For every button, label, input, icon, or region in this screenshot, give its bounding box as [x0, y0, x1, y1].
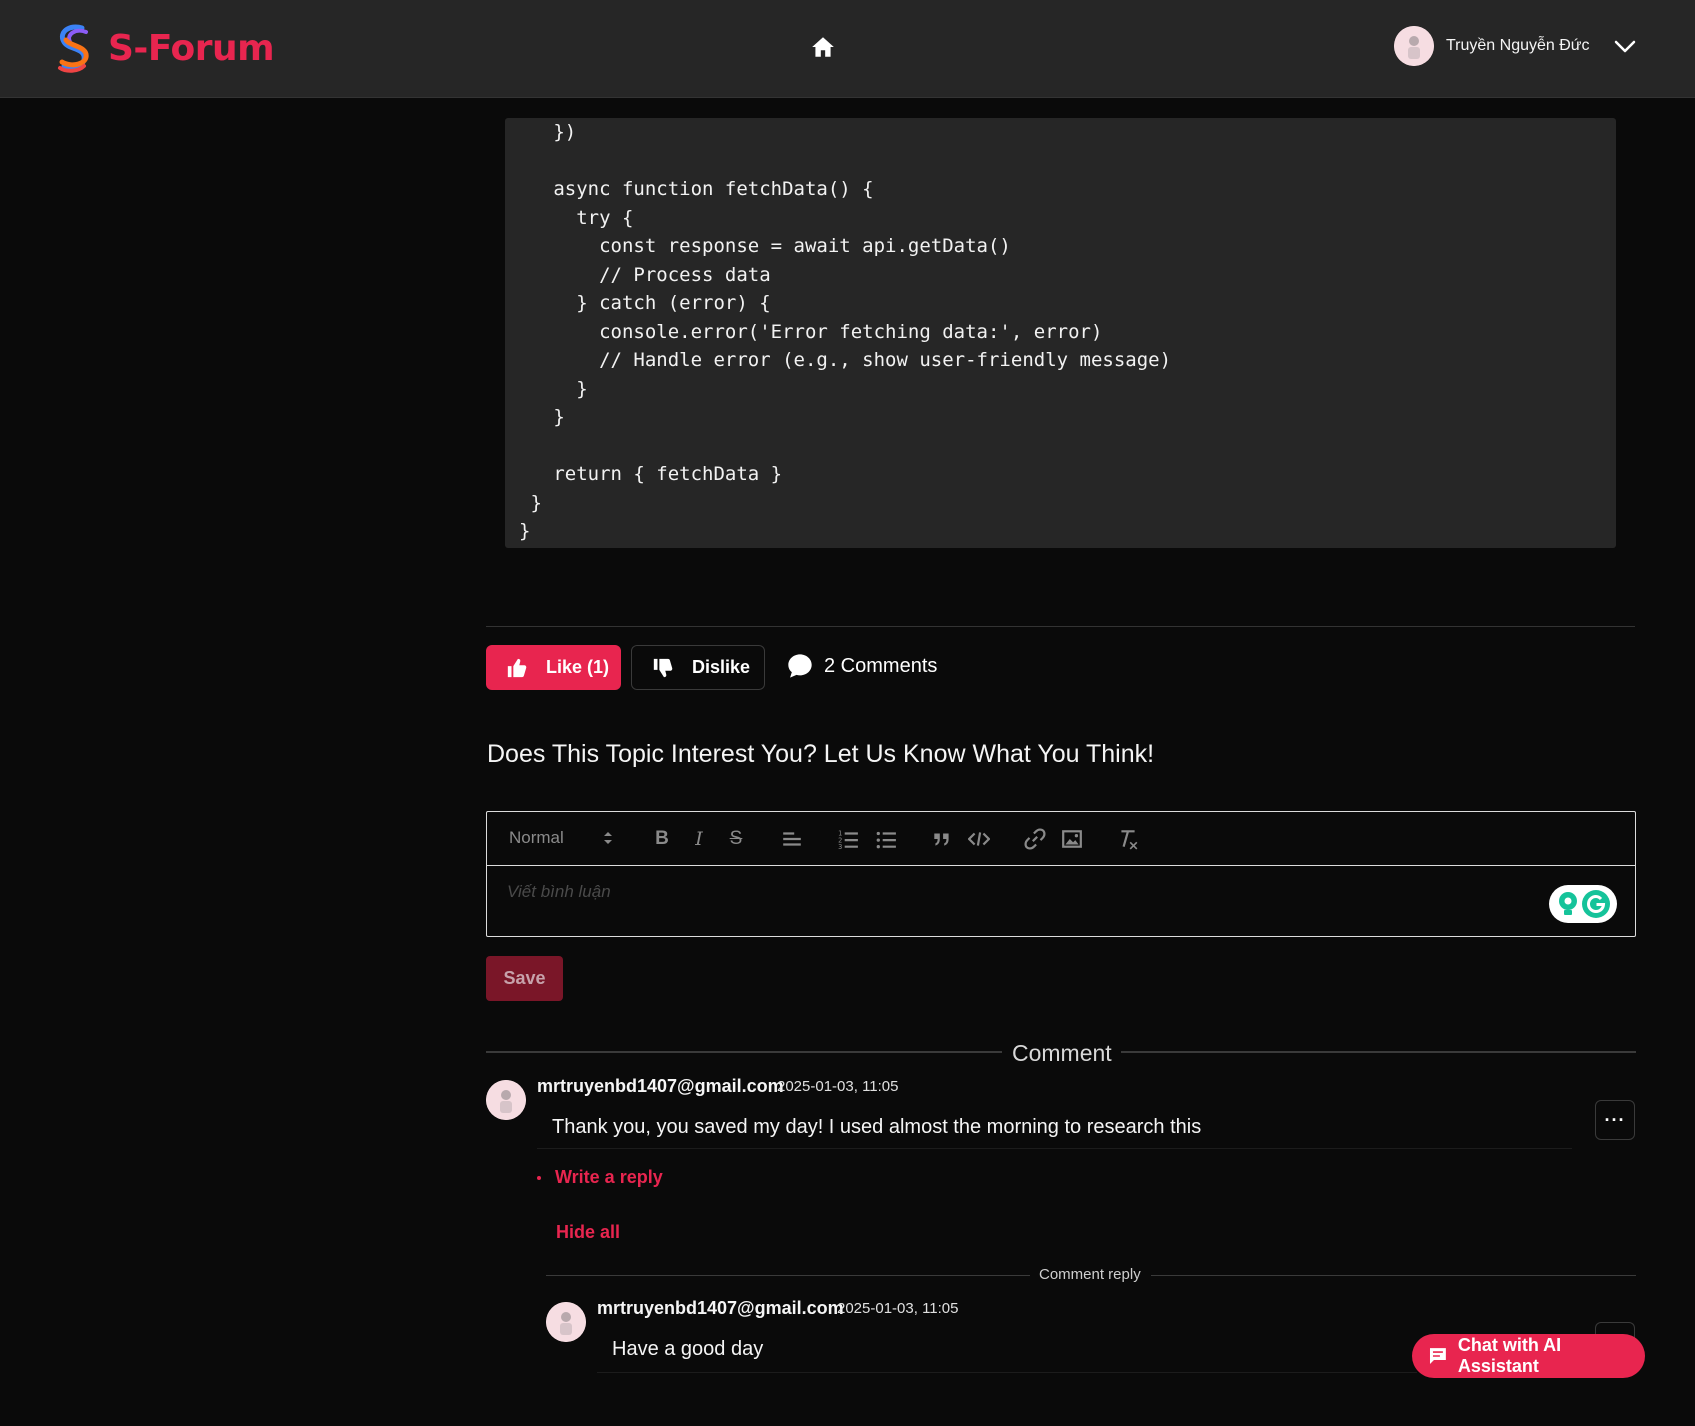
- italic-icon[interactable]: I: [688, 828, 710, 850]
- align-icon[interactable]: [781, 828, 803, 850]
- comments-count-label: 2 Comments: [824, 654, 938, 677]
- editor-toolbar: Normal B I S 1 2 3: [487, 812, 1635, 866]
- like-button[interactable]: Like (1): [486, 645, 621, 690]
- select-arrows-icon[interactable]: [603, 828, 613, 848]
- bullet-dot: [537, 1175, 541, 1180]
- divider-line: [546, 1275, 1030, 1276]
- comments-count[interactable]: 2 Comments: [786, 652, 937, 680]
- comment-time: 2025-01-03, 11:05: [777, 1078, 899, 1095]
- code-block: }) async function fetchData() { try { co…: [505, 118, 1616, 548]
- user-menu[interactable]: Truyền Nguyễn Đức: [1394, 26, 1590, 66]
- grammarly-icon: [1581, 890, 1610, 918]
- more-options-button[interactable]: ···: [1595, 1100, 1635, 1140]
- reply-avatar: [546, 1302, 586, 1342]
- user-avatar: [1394, 26, 1434, 66]
- comment-prompt: Does This Topic Interest You? Let Us Kno…: [487, 740, 1155, 768]
- chat-ai-label: Chat with AI Assistant: [1457, 1335, 1562, 1376]
- comment-bubble-icon: [788, 654, 812, 678]
- user-avatar-icon: [546, 1302, 586, 1342]
- divider-line: [486, 1051, 1002, 1053]
- dislike-button[interactable]: Dislike: [631, 645, 765, 690]
- dislike-label: Dislike: [692, 657, 751, 677]
- home-icon[interactable]: [810, 34, 836, 60]
- comment-underline: [537, 1148, 1572, 1149]
- thumbs-down-icon: [653, 658, 673, 677]
- grammarly-widget[interactable]: [1549, 885, 1617, 923]
- reply-underline: [597, 1372, 1417, 1373]
- user-avatar-icon: [1394, 26, 1434, 66]
- lightbulb-icon: [1558, 892, 1577, 915]
- code-content: }) async function fetchData() { try { co…: [519, 121, 1172, 542]
- reply-section-divider: Comment reply: [546, 1266, 1636, 1286]
- reply-section-title: Comment reply: [1039, 1266, 1141, 1283]
- comment-section-divider: Comment: [486, 1040, 1636, 1066]
- comment-author[interactable]: mrtruyenbd1407@gmail.com: [537, 1076, 784, 1097]
- reply-time: 2025-01-03, 11:05: [837, 1300, 959, 1317]
- clear-format-icon[interactable]: [1117, 828, 1139, 850]
- save-button[interactable]: Save: [486, 956, 563, 1001]
- reply-author[interactable]: mrtruyenbd1407@gmail.com: [597, 1298, 844, 1319]
- code-icon[interactable]: [968, 828, 990, 850]
- image-icon[interactable]: [1061, 828, 1083, 850]
- comment-editor[interactable]: Normal B I S 1 2 3 Viết bình luận: [486, 811, 1636, 937]
- chat-icon: [1429, 1348, 1446, 1364]
- format-select[interactable]: Normal: [509, 828, 564, 848]
- comment-input[interactable]: Viết bình luận: [507, 882, 611, 902]
- divider-line: [1121, 1051, 1636, 1053]
- like-label: Like (1): [546, 657, 610, 677]
- brand-logo[interactable]: S-Forum: [52, 22, 275, 74]
- bold-icon[interactable]: B: [651, 828, 673, 850]
- write-reply-label: Write a reply: [555, 1167, 663, 1187]
- ordered-list-icon[interactable]: 1 2 3: [837, 828, 859, 850]
- chevron-down-icon[interactable]: [1614, 40, 1636, 54]
- brand-name: S-Forum: [108, 27, 275, 69]
- hide-all-link[interactable]: Hide all: [556, 1222, 620, 1243]
- top-navbar: S-Forum Truyền Nguyễn Đức: [0, 0, 1695, 98]
- divider-line: [1151, 1275, 1636, 1276]
- svg-text:3: 3: [838, 843, 842, 850]
- comment-section-title: Comment: [1012, 1040, 1112, 1066]
- user-avatar-icon: [486, 1080, 526, 1120]
- chat-ai-assistant-button[interactable]: Chat with AI Assistant: [1412, 1334, 1645, 1378]
- thumbs-up-icon: [507, 658, 527, 677]
- strikethrough-icon[interactable]: S: [725, 828, 747, 850]
- link-icon[interactable]: [1024, 828, 1046, 850]
- logo-icon: [58, 24, 89, 73]
- blockquote-icon[interactable]: [931, 828, 953, 850]
- write-reply-link[interactable]: Write a reply: [537, 1167, 663, 1188]
- comment-avatar: [486, 1080, 526, 1120]
- comment-text: Thank you, you saved my day! I used almo…: [552, 1116, 1202, 1138]
- reply-text: Have a good day: [612, 1338, 764, 1360]
- user-name: Truyền Nguyễn Đức: [1446, 37, 1590, 54]
- divider: [486, 626, 1635, 627]
- bullet-list-icon[interactable]: [875, 828, 897, 850]
